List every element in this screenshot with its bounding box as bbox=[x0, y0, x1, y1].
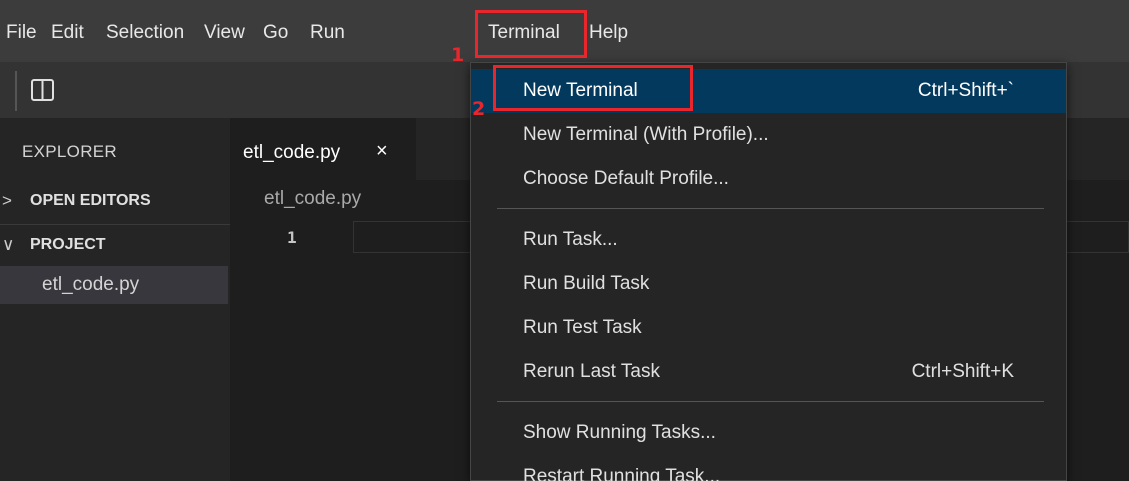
toolbar-separator bbox=[15, 71, 17, 111]
menu-item-show-running-tasks[interactable]: Show Running Tasks... bbox=[471, 411, 1066, 455]
close-icon[interactable]: × bbox=[376, 140, 388, 163]
explorer-title: EXPLORER bbox=[22, 142, 117, 161]
file-item-etl-code[interactable]: etl_code.py bbox=[0, 266, 228, 304]
section-divider bbox=[0, 224, 230, 225]
line-number: 1 bbox=[287, 228, 297, 247]
annotation-box-terminal bbox=[475, 10, 587, 58]
chevron-down-icon: ∨ bbox=[2, 235, 15, 254]
annotation-step-2: 2 bbox=[472, 98, 486, 120]
menu-item-rerun-last-task[interactable]: Rerun Last Task Ctrl+Shift+K bbox=[471, 350, 1066, 394]
item-label: Rerun Last Task bbox=[523, 361, 660, 382]
section-project[interactable]: ∨ PROJECT bbox=[0, 226, 230, 264]
menu-item-run-test-task[interactable]: Run Test Task bbox=[471, 306, 1066, 350]
section-label: OPEN EDITORS bbox=[30, 192, 151, 209]
annotation-step-1: 1 bbox=[451, 44, 465, 66]
menu-divider bbox=[497, 401, 1044, 402]
split-layout-icon[interactable] bbox=[30, 78, 55, 102]
item-shortcut: Ctrl+Shift+` bbox=[917, 80, 1014, 101]
menu-item-restart-running-task[interactable]: Restart Running Task... bbox=[471, 455, 1066, 481]
section-open-editors[interactable]: > OPEN EDITORS bbox=[0, 182, 230, 220]
section-label: PROJECT bbox=[30, 236, 106, 253]
item-label: Run Test Task bbox=[523, 317, 642, 338]
menu-selection[interactable]: Selection bbox=[106, 22, 184, 44]
terminal-menu: New Terminal Ctrl+Shift+` New Terminal (… bbox=[470, 62, 1067, 481]
menu-item-run-build-task[interactable]: Run Build Task bbox=[471, 262, 1066, 306]
menu-run[interactable]: Run bbox=[310, 22, 345, 44]
item-label: Restart Running Task... bbox=[523, 466, 721, 481]
menu-go[interactable]: Go bbox=[263, 22, 288, 44]
item-label: Run Task... bbox=[523, 229, 618, 250]
explorer-sidebar: EXPLORER > OPEN EDITORS ∨ PROJECT etl_co… bbox=[0, 118, 230, 481]
menu-divider bbox=[497, 208, 1044, 209]
file-label: etl_code.py bbox=[42, 274, 140, 295]
menu-file[interactable]: File bbox=[6, 22, 37, 44]
menu-help[interactable]: Help bbox=[589, 22, 628, 44]
breadcrumb[interactable]: etl_code.py bbox=[264, 188, 361, 210]
chevron-right-icon: > bbox=[2, 191, 12, 210]
menu-item-choose-default-profile[interactable]: Choose Default Profile... bbox=[471, 157, 1066, 201]
menu-edit[interactable]: Edit bbox=[51, 22, 84, 44]
tab-label: etl_code.py bbox=[243, 142, 341, 163]
item-label: Choose Default Profile... bbox=[523, 168, 729, 189]
item-shortcut: Ctrl+Shift+K bbox=[911, 361, 1014, 382]
tab-etl-code[interactable]: etl_code.py × bbox=[230, 118, 416, 180]
menu-view[interactable]: View bbox=[204, 22, 245, 44]
menu-item-run-task[interactable]: Run Task... bbox=[471, 218, 1066, 262]
annotation-box-new-terminal bbox=[493, 65, 693, 111]
menu-item-new-terminal-profile[interactable]: New Terminal (With Profile)... bbox=[471, 113, 1066, 157]
item-label: New Terminal (With Profile)... bbox=[523, 124, 769, 145]
item-label: Show Running Tasks... bbox=[523, 422, 716, 443]
item-label: Run Build Task bbox=[523, 273, 650, 294]
